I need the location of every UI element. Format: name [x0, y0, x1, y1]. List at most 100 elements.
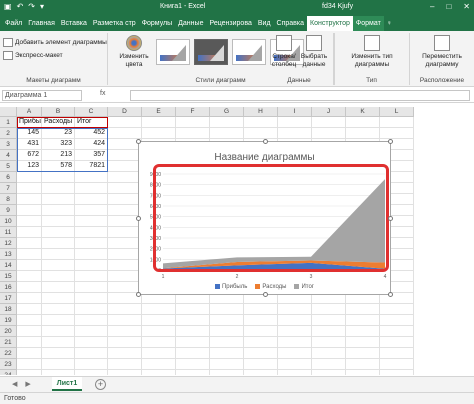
cell[interactable]: [346, 326, 380, 337]
cell[interactable]: [346, 337, 380, 348]
cell[interactable]: [75, 172, 108, 183]
row-header[interactable]: 22: [0, 348, 17, 359]
user-name[interactable]: fd34 Kjufy: [322, 3, 353, 10]
cell[interactable]: [176, 128, 210, 139]
save-icon[interactable]: ▣: [4, 2, 12, 11]
cell[interactable]: [278, 128, 312, 139]
cell[interactable]: [278, 117, 312, 128]
cell[interactable]: [75, 348, 108, 359]
table-cell[interactable]: 357: [75, 150, 108, 161]
row-header[interactable]: 2: [0, 128, 17, 139]
cell[interactable]: [17, 370, 42, 375]
tab-1[interactable]: Главная: [25, 16, 58, 31]
chart-style-thumb-2[interactable]: [194, 39, 228, 65]
cell[interactable]: [108, 227, 142, 238]
cell[interactable]: [17, 348, 42, 359]
row-header[interactable]: 17: [0, 293, 17, 304]
cell[interactable]: [176, 304, 210, 315]
cell[interactable]: [312, 326, 346, 337]
cell[interactable]: [42, 370, 75, 375]
cell[interactable]: [380, 128, 414, 139]
row-header[interactable]: 13: [0, 249, 17, 260]
cell[interactable]: [42, 183, 75, 194]
cell[interactable]: [42, 293, 75, 304]
cell[interactable]: [75, 359, 108, 370]
cell[interactable]: [380, 117, 414, 128]
cell[interactable]: [108, 238, 142, 249]
row-header[interactable]: 7: [0, 183, 17, 194]
cell[interactable]: [75, 293, 108, 304]
cell[interactable]: [346, 304, 380, 315]
cell[interactable]: [108, 348, 142, 359]
fx-icon[interactable]: fx: [100, 90, 105, 97]
table-cell[interactable]: 145: [17, 128, 42, 139]
cell[interactable]: [244, 359, 278, 370]
row-header[interactable]: 11: [0, 227, 17, 238]
cell[interactable]: [42, 238, 75, 249]
chart-legend[interactable]: Прибыль Расходы Итог: [139, 284, 390, 290]
row-header[interactable]: 6: [0, 172, 17, 183]
cell[interactable]: [278, 315, 312, 326]
column-header[interactable]: E: [142, 107, 176, 117]
cell[interactable]: [380, 348, 414, 359]
cell[interactable]: [108, 150, 142, 161]
column-header[interactable]: C: [75, 107, 108, 117]
close-button[interactable]: ✕: [463, 2, 470, 11]
cell[interactable]: [42, 348, 75, 359]
row-header[interactable]: 24: [0, 370, 17, 375]
cell[interactable]: [42, 282, 75, 293]
cell[interactable]: [75, 249, 108, 260]
name-box[interactable]: Диаграмма 1: [2, 90, 82, 101]
cell[interactable]: [75, 183, 108, 194]
cell[interactable]: [75, 315, 108, 326]
tab-0[interactable]: Файл: [2, 16, 25, 31]
cell[interactable]: [17, 194, 42, 205]
cell[interactable]: [42, 304, 75, 315]
cell[interactable]: [210, 348, 244, 359]
cell[interactable]: [176, 326, 210, 337]
table-cell[interactable]: 578: [42, 161, 75, 172]
table-cell[interactable]: 323: [42, 139, 75, 150]
cell[interactable]: [17, 271, 42, 282]
row-header[interactable]: 15: [0, 271, 17, 282]
row-header[interactable]: 23: [0, 359, 17, 370]
cell[interactable]: [17, 172, 42, 183]
cell[interactable]: [17, 205, 42, 216]
cell[interactable]: [75, 260, 108, 271]
cell[interactable]: [75, 238, 108, 249]
cell[interactable]: [108, 183, 142, 194]
restore-button[interactable]: □: [446, 2, 451, 11]
cell[interactable]: [17, 337, 42, 348]
tab-3[interactable]: Разметка стр: [90, 16, 139, 31]
cell[interactable]: [108, 315, 142, 326]
table-header-cell[interactable]: Прибыль: [17, 117, 42, 128]
cell[interactable]: [142, 304, 176, 315]
cell[interactable]: [108, 260, 142, 271]
cell[interactable]: [176, 370, 210, 375]
cell[interactable]: [42, 249, 75, 260]
cell[interactable]: [380, 304, 414, 315]
cell[interactable]: [108, 128, 142, 139]
cell[interactable]: [17, 260, 42, 271]
cell[interactable]: [108, 172, 142, 183]
cell[interactable]: [244, 348, 278, 359]
cell[interactable]: [75, 227, 108, 238]
cell[interactable]: [346, 315, 380, 326]
cell[interactable]: [176, 337, 210, 348]
cell[interactable]: [108, 326, 142, 337]
cell[interactable]: [210, 326, 244, 337]
cell[interactable]: [210, 370, 244, 375]
row-header[interactable]: 21: [0, 337, 17, 348]
row-header[interactable]: 1: [0, 117, 17, 128]
cell[interactable]: [17, 282, 42, 293]
row-header[interactable]: 19: [0, 315, 17, 326]
prev-sheet-icon[interactable]: ◀: [12, 380, 17, 388]
cell[interactable]: [17, 326, 42, 337]
resize-handle[interactable]: [136, 139, 141, 144]
cell[interactable]: [42, 271, 75, 282]
table-cell[interactable]: 23: [42, 128, 75, 139]
cell[interactable]: [210, 337, 244, 348]
cell[interactable]: [278, 304, 312, 315]
table-cell[interactable]: 672: [17, 150, 42, 161]
cell[interactable]: [17, 238, 42, 249]
